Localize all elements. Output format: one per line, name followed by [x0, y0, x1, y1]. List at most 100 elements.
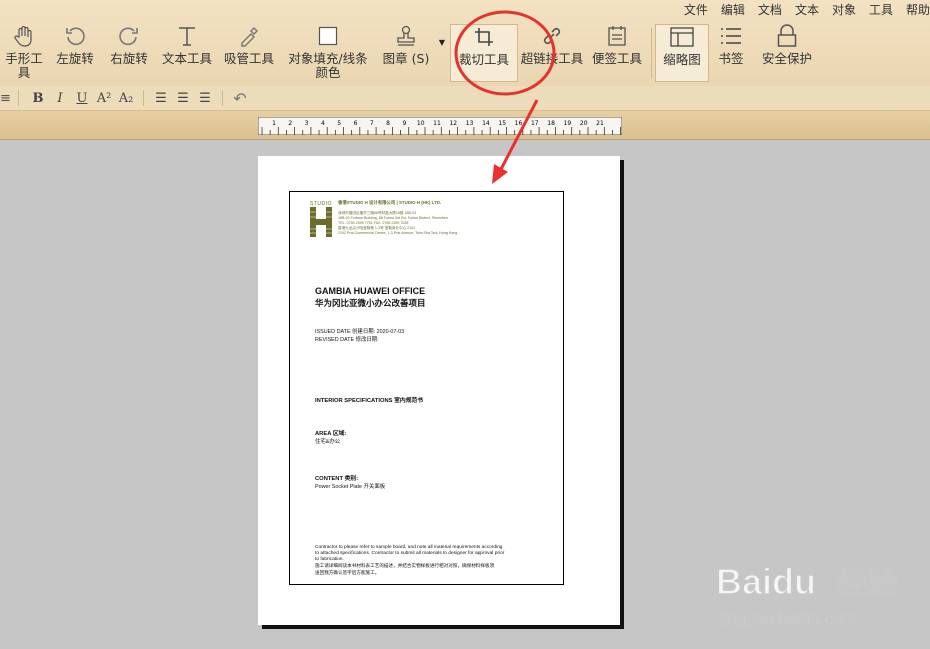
ruler-tick-label: 12: [449, 120, 457, 127]
ruler-tick-label: 17: [531, 120, 539, 127]
fill-color-button[interactable]: 对象填充/线条颜色: [280, 24, 376, 82]
format-divider: [143, 90, 144, 106]
hyperlink-tool-button[interactable]: 超链接工具: [518, 24, 586, 82]
tool-label: 超链接工具: [520, 51, 584, 66]
menu-bar: 文件 编辑 文档 文本 对象 工具 帮助: [684, 0, 930, 20]
ruler-tick-label: 6: [354, 120, 358, 127]
rotate-right-button[interactable]: 右旋转: [102, 24, 156, 82]
project-title-en: GAMBIA HUAWEI OFFICE: [315, 286, 426, 296]
area-label: AREA 区域:: [315, 431, 347, 437]
ruler-tick-label: 14: [482, 120, 490, 127]
text-tool-button[interactable]: 文本工具: [156, 24, 218, 82]
address-line: 2102 Prat Commercial Centre, 1-3 Prat Av…: [338, 231, 458, 235]
main-toolbar: 文件 编辑 文档 文本 对象 工具 帮助 手形工具 左旋转 右旋转 文本工具 吸…: [0, 0, 930, 87]
superscript-button[interactable]: A²: [93, 91, 115, 106]
thumbnail-button[interactable]: 缩略图: [655, 24, 709, 82]
watermark-brand-cn: 经验: [838, 567, 898, 602]
chevron-down-icon: ▼: [438, 38, 446, 47]
stamp-tool-button[interactable]: 图章 (S): [376, 24, 436, 82]
address-line: 18B-03 Fortune Building, 88 Fuhua 3rd Rd…: [338, 216, 448, 220]
crop-tool-button[interactable]: 裁切工具: [450, 24, 518, 82]
align-center-icon[interactable]: ☰: [172, 91, 194, 106]
align-justify-icon[interactable]: ☰: [194, 91, 216, 106]
menu-tools[interactable]: 工具: [869, 0, 893, 20]
ruler-tick-label: 11: [433, 120, 441, 127]
baidu-watermark: Baidu 经验 jingyan.baidu.com: [715, 552, 926, 636]
rotate-left-button[interactable]: 左旋转: [48, 24, 102, 82]
crop-icon: [472, 25, 496, 49]
ruler-tick-label: 1: [272, 120, 276, 127]
ruler-tick-label: 3: [305, 120, 309, 127]
note-tool-button[interactable]: 便签工具: [586, 24, 648, 82]
horizontal-ruler: 1 2 3 4 5 6 7 8 9 10 11 12 13 14 15 16 17 18 19 20 21: [258, 117, 622, 135]
bookmark-icon: [719, 24, 743, 48]
ruler-tick-label: 18: [547, 120, 555, 127]
document-page[interactable]: STUDIO 香港STUDIO H 设计有限公司 | STUDIO H (HK)…: [258, 156, 620, 625]
undo-icon[interactable]: ↶: [229, 89, 251, 108]
contractor-note: to attached specifications. Contractor t…: [315, 551, 505, 556]
hand-icon: [12, 24, 36, 48]
content-label: CONTENT 类别:: [315, 476, 359, 482]
eyedropper-tool-button[interactable]: 吸管工具: [218, 24, 280, 82]
align-menu-icon[interactable]: ≡: [0, 91, 12, 106]
ruler-tick-label: 5: [337, 120, 341, 127]
underline-button[interactable]: U: [71, 91, 93, 106]
watermark-url: jingyan.baidu.com: [719, 609, 857, 628]
ruler-tick-label: 21: [596, 120, 604, 127]
stamp-dropdown[interactable]: ▼: [436, 24, 448, 82]
rotate-left-icon: [63, 24, 87, 48]
align-left-icon[interactable]: ☰: [150, 91, 172, 106]
stamp-icon: [394, 24, 418, 48]
ruler-area: 1 2 3 4 5 6 7 8 9 10 11 12 13 14 15 16 17 18 19 20 21: [0, 111, 930, 140]
format-divider: [222, 90, 223, 106]
italic-button[interactable]: I: [49, 91, 71, 106]
menu-object[interactable]: 对象: [832, 0, 856, 20]
menu-edit[interactable]: 编辑: [721, 0, 745, 20]
watermark-brand: Baidu: [716, 561, 816, 602]
fill-color-icon: [316, 24, 340, 48]
format-divider: [18, 90, 19, 106]
contractor-note-cn: 送回我方确认签字后方能施工。: [315, 570, 380, 575]
subscript-button[interactable]: A₂: [115, 91, 137, 106]
ruler-tick-label: 15: [498, 120, 506, 127]
tool-label: 便签工具: [591, 51, 642, 66]
note-icon: [605, 24, 629, 48]
ruler-tick-label: 2: [288, 120, 292, 127]
tool-label: 左旋转: [56, 51, 94, 66]
menu-file[interactable]: 文件: [684, 0, 708, 20]
bookmark-button[interactable]: 书签: [709, 24, 753, 82]
ruler-tick-label: 19: [564, 120, 572, 127]
format-bar: ≡ B I U A² A₂ ☰ ☰ ☰ ↶: [0, 86, 930, 111]
bold-button[interactable]: B: [27, 91, 49, 106]
tool-label: 对象填充/线条颜色: [288, 51, 368, 80]
revised-date: REVISED DATE 修改日期:: [315, 337, 379, 343]
hand-tool-button[interactable]: 手形工具: [0, 24, 48, 82]
company-name: 香港STUDIO H 设计有限公司 | STUDIO H (HK) LTD.: [338, 200, 442, 205]
area-value: 住宅&办公: [315, 439, 341, 445]
security-button[interactable]: 安全保护: [753, 24, 821, 82]
tool-label: 缩略图: [663, 52, 701, 67]
rotate-right-icon: [117, 24, 141, 48]
ruler-tick-label: 16: [515, 120, 523, 127]
tool-label: 右旋转: [110, 51, 148, 66]
tool-label: 图章 (S): [382, 51, 430, 66]
hyperlink-icon: [540, 24, 564, 48]
menu-document[interactable]: 文档: [758, 0, 782, 20]
lock-icon: [775, 24, 799, 48]
contractor-note: to fabrication.: [315, 557, 344, 562]
ruler-tick-label: 9: [402, 120, 406, 127]
contractor-note-cn: 施工请详细阅读本书材料表工艺的描述，并结合实物样板进行相对对照，确保材料样板须: [315, 563, 495, 568]
tool-label: 安全保护: [761, 51, 812, 66]
thumbnail-icon: [670, 25, 694, 49]
phone-line: TEL: 0755 2399 7751 FAX: 0755 2399 7528: [338, 221, 409, 225]
menu-help[interactable]: 帮助: [906, 0, 930, 20]
tool-buttons: 手形工具 左旋转 右旋转 文本工具 吸管工具 对象填充/线条颜色 图章 (S) …: [0, 24, 821, 84]
project-title-cn: 华为冈比亚微小办公改善项目: [315, 299, 426, 309]
tool-label: 裁切工具: [458, 52, 509, 67]
ruler-tick-label: 8: [386, 120, 390, 127]
tool-label: 文本工具: [161, 51, 212, 66]
ruler-tick-label: 10: [417, 120, 425, 127]
ruler-tick-label: 20: [580, 120, 588, 127]
menu-text[interactable]: 文本: [795, 0, 819, 20]
ruler-tick-label: 13: [466, 120, 474, 127]
